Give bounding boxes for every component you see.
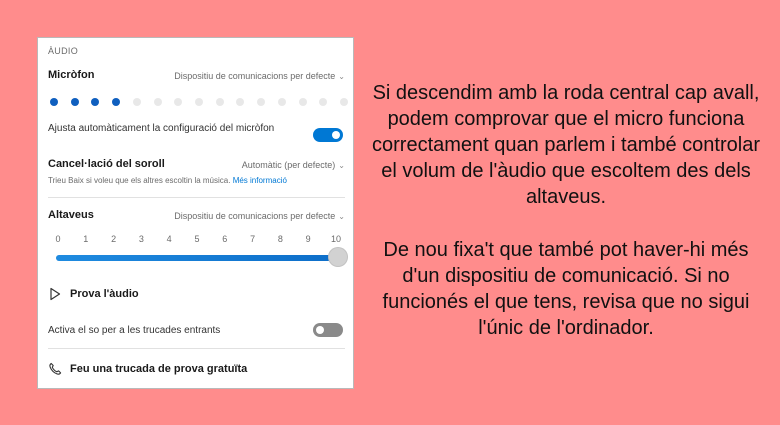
volume-scale-label: 3 [138,234,144,244]
speakers-device-label: Dispositiu de comunicacions per defecte [174,211,336,221]
volume-scale-label: 10 [330,234,342,244]
speakers-title: Altaveus [48,209,94,221]
mic-level-dot [257,98,266,106]
mic-level-dot [236,98,245,106]
explanation-paragraph-2: De nou fixa't que també pot haver-hi més… [382,239,750,339]
more-info-link[interactable]: Més informació [233,176,287,185]
incoming-ring-label: Activa el so per a les trucades entrants [48,325,221,336]
test-call-button[interactable]: Feu una trucada de prova gratuïta [48,362,247,376]
mic-level-dot [70,98,79,106]
explanation-paragraph-1: Si descendim amb la roda central cap ava… [372,82,760,208]
microphone-device-select[interactable]: Dispositiu de comunicacions per defecte ⌄ [174,71,345,81]
mic-level-dot [277,98,286,106]
mic-level-dot [319,98,328,106]
noise-cancel-title: Cancel·lació del soroll [48,158,165,170]
volume-slider-fill [56,255,338,261]
volume-slider-thumb[interactable] [329,248,347,266]
divider [48,197,345,198]
audio-settings-panel: ÀUDIO Micròfon Dispositiu de comunicacio… [37,37,354,389]
volume-scale-label: 4 [166,234,172,244]
microphone-device-label: Dispositiu de comunicacions per defecte [174,71,336,81]
speakers-device-select[interactable]: Dispositiu de comunicacions per defecte ⌄ [174,211,345,221]
mic-level-dot [298,98,307,106]
noise-cancel-hint: Trieu Baix si voleu que els altres escol… [48,176,287,185]
mic-level-dot [174,98,183,106]
incoming-ring-toggle[interactable] [313,323,343,337]
chevron-down-icon: ⌄ [338,72,345,81]
explanation-text: Si descendim amb la roda central cap ava… [366,80,766,341]
mic-level-dot [153,98,162,106]
mic-level-dot [340,98,348,106]
test-call-label: Feu una trucada de prova gratuïta [70,363,248,375]
volume-scale-label: 2 [111,234,117,244]
noise-cancel-select[interactable]: Automàtic (per defecte) ⌄ [242,160,345,170]
microphone-title: Micròfon [48,69,95,81]
mic-level-dot [215,98,224,106]
toggle-knob [316,326,324,334]
mic-level-dot [50,98,58,106]
test-audio-label: Prova l'àudio [70,288,139,300]
mic-level-dot [132,98,141,106]
chevron-down-icon: ⌄ [338,161,345,170]
section-label-audio: ÀUDIO [48,46,79,56]
mic-level-dot [112,98,121,106]
noise-cancel-hint-text: Trieu Baix si voleu que els altres escol… [48,176,231,185]
phone-icon [48,362,62,376]
auto-adjust-toggle[interactable] [313,128,343,142]
microphone-level-meter [50,98,350,108]
volume-scale-label: 8 [277,234,283,244]
volume-scale-label: 1 [83,234,89,244]
noise-cancel-value: Automàtic (per defecte) [241,160,336,170]
volume-scale-label: 0 [55,234,61,244]
test-audio-button[interactable]: Prova l'àudio [48,287,139,301]
volume-scale-label: 7 [250,234,256,244]
mic-level-dot [91,98,100,106]
volume-scale-label: 6 [222,234,228,244]
mic-level-dot [195,98,203,106]
auto-adjust-label: Ajusta automàticament la configuració de… [48,123,275,134]
toggle-knob [332,131,340,139]
volume-scale-label: 9 [305,234,311,244]
volume-scale-label: 5 [194,234,200,244]
volume-slider[interactable] [56,248,347,266]
chevron-down-icon: ⌄ [338,212,345,221]
divider [48,348,345,349]
volume-scale: 0 1 2 3 4 5 6 7 8 9 10 [48,234,348,246]
play-icon [48,287,62,301]
